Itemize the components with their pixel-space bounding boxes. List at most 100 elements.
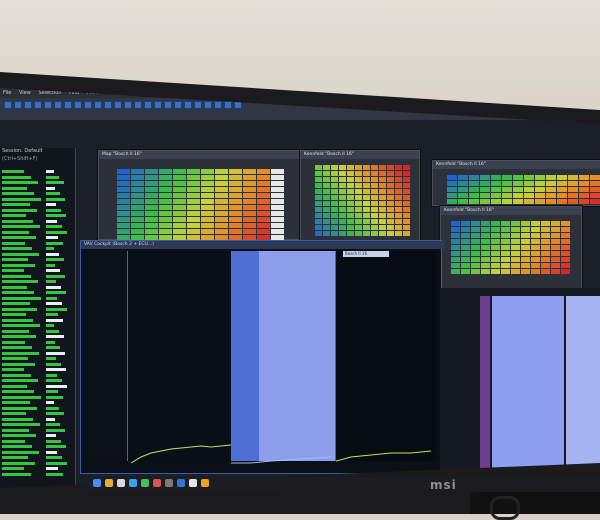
map-cell[interactable] — [229, 223, 242, 228]
map-cell[interactable] — [339, 219, 346, 224]
map-cell[interactable] — [379, 213, 386, 218]
map-cell[interactable] — [187, 175, 200, 180]
map-cell[interactable] — [579, 199, 589, 204]
logger-tab[interactable]: Bosch II 16 — [343, 251, 389, 257]
map-cell[interactable] — [347, 195, 354, 200]
map-cell[interactable] — [546, 181, 556, 186]
map-cell[interactable] — [315, 189, 322, 194]
map-cell[interactable] — [215, 187, 228, 192]
map-cell[interactable] — [458, 199, 468, 204]
taskbar-app-icon[interactable] — [201, 479, 209, 487]
map-cell[interactable] — [215, 229, 228, 234]
toolbar-button[interactable] — [164, 101, 172, 109]
map-cell[interactable] — [535, 181, 545, 186]
map-cell[interactable] — [511, 263, 520, 268]
map-cell[interactable] — [117, 175, 130, 180]
map-cell[interactable] — [481, 251, 490, 256]
sidebar-row[interactable] — [2, 318, 33, 322]
map-cell[interactable] — [201, 211, 214, 216]
map-cell[interactable] — [395, 195, 402, 200]
map-cell[interactable] — [395, 177, 402, 182]
map-cell[interactable] — [561, 263, 570, 268]
map-cell[interactable] — [491, 245, 500, 250]
map-cell[interactable] — [502, 193, 512, 198]
map-cell[interactable] — [371, 225, 378, 230]
sidebar-row[interactable] — [2, 208, 37, 212]
toolbar-button[interactable] — [134, 101, 142, 109]
map-cell[interactable] — [117, 181, 130, 186]
sidebar-row[interactable] — [2, 186, 27, 190]
map-cell[interactable] — [557, 199, 567, 204]
taskbar-app-icon[interactable] — [117, 479, 125, 487]
map-cell[interactable] — [371, 213, 378, 218]
map-cell[interactable] — [541, 221, 550, 226]
map-cell[interactable] — [347, 165, 354, 170]
map-cell[interactable] — [521, 245, 530, 250]
toolbar-button[interactable] — [144, 101, 152, 109]
map-cell[interactable] — [229, 229, 242, 234]
map-cell[interactable] — [451, 257, 460, 262]
sidebar-row[interactable] — [2, 219, 33, 223]
sidebar-row[interactable] — [2, 406, 37, 410]
map-cell[interactable] — [531, 233, 540, 238]
map-cell[interactable] — [387, 231, 394, 236]
map-cell[interactable] — [491, 187, 501, 192]
map-cell[interactable] — [481, 269, 490, 274]
map-cell[interactable] — [201, 187, 214, 192]
map-cell[interactable] — [355, 171, 362, 176]
toolbar-button[interactable] — [124, 101, 132, 109]
map-cell[interactable] — [471, 233, 480, 238]
map-cell[interactable] — [502, 175, 512, 180]
map-cell[interactable] — [471, 227, 480, 232]
map-cell[interactable] — [173, 223, 186, 228]
map-cell[interactable] — [331, 171, 338, 176]
map-cell[interactable] — [502, 181, 512, 186]
map-cell[interactable] — [131, 187, 144, 192]
map-cell[interactable] — [323, 183, 330, 188]
map-cell[interactable] — [257, 169, 270, 174]
map-cell[interactable] — [371, 231, 378, 236]
map-cell[interactable] — [541, 245, 550, 250]
map-cell[interactable] — [469, 175, 479, 180]
map-cell[interactable] — [535, 193, 545, 198]
map-cell[interactable] — [271, 211, 284, 216]
map-cell[interactable] — [229, 193, 242, 198]
map-cell[interactable] — [145, 187, 158, 192]
map-cell[interactable] — [229, 205, 242, 210]
map-cell[interactable] — [461, 257, 470, 262]
map-cell[interactable] — [403, 207, 410, 212]
map-cell[interactable] — [546, 193, 556, 198]
map-cell[interactable] — [355, 219, 362, 224]
sidebar-row[interactable] — [2, 274, 31, 278]
map-cell[interactable] — [117, 211, 130, 216]
map-cell[interactable] — [159, 169, 172, 174]
sidebar-row[interactable] — [2, 170, 24, 173]
map-cell[interactable] — [557, 181, 567, 186]
map-cell[interactable] — [590, 187, 600, 192]
sidebar-row[interactable] — [2, 280, 38, 283]
taskbar-app-icon[interactable] — [93, 479, 101, 487]
map-cell[interactable] — [339, 165, 346, 170]
map-cell[interactable] — [481, 227, 490, 232]
toolbar-button[interactable] — [184, 101, 192, 109]
map-cell[interactable] — [513, 175, 523, 180]
map-cell[interactable] — [511, 269, 520, 274]
map-cell[interactable] — [215, 205, 228, 210]
map-cell[interactable] — [339, 183, 346, 188]
map-cell[interactable] — [117, 199, 130, 204]
map-cell[interactable] — [521, 269, 530, 274]
map-cell[interactable] — [131, 199, 144, 204]
sidebar-row[interactable] — [2, 247, 32, 250]
map-cell[interactable] — [187, 211, 200, 216]
map-cell[interactable] — [257, 199, 270, 204]
map-cell[interactable] — [471, 263, 480, 268]
map-cell[interactable] — [173, 211, 186, 216]
map-cell[interactable] — [387, 177, 394, 182]
map-cell[interactable] — [131, 223, 144, 228]
map-cell[interactable] — [173, 193, 186, 198]
map-cell[interactable] — [491, 269, 500, 274]
sidebar-row[interactable] — [2, 197, 41, 201]
map-cell[interactable] — [131, 205, 144, 210]
map-cell[interactable] — [331, 165, 338, 170]
map-cell[interactable] — [339, 213, 346, 218]
